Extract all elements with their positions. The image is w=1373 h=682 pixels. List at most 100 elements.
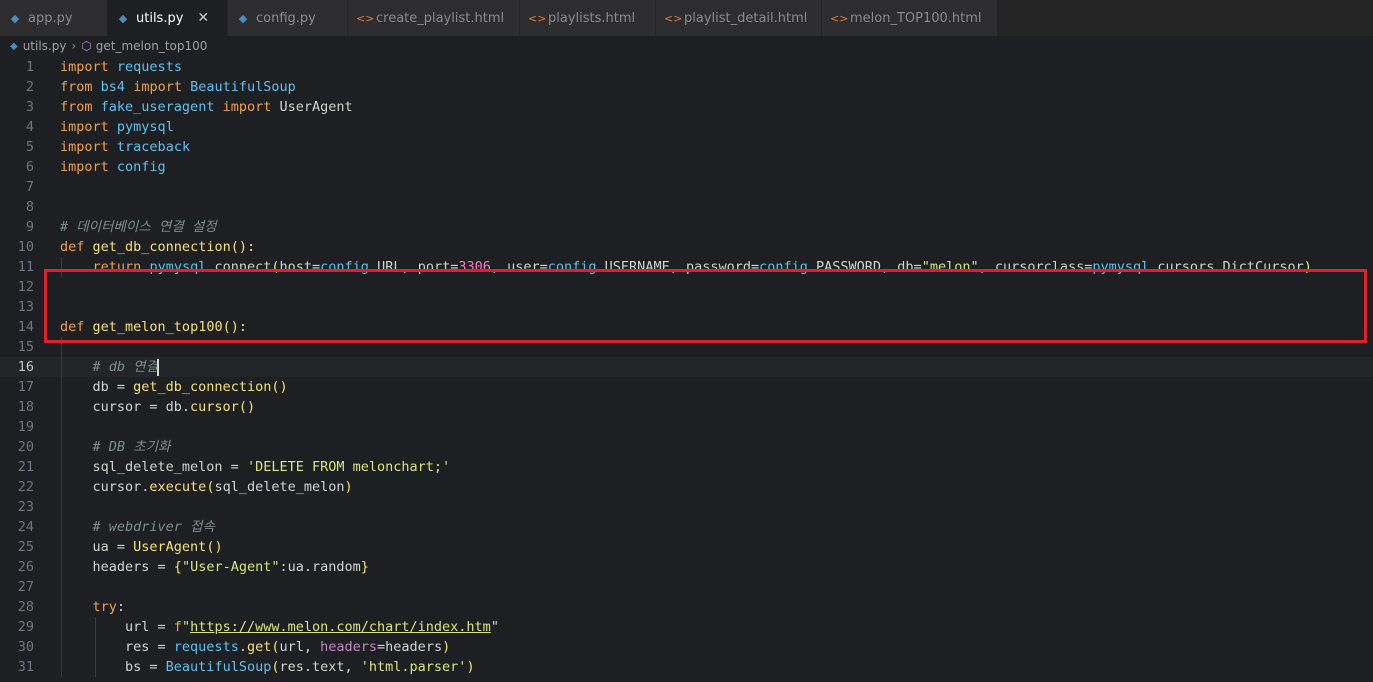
indent-guide xyxy=(61,337,62,677)
code-text: cursor = db.cursor() xyxy=(60,397,256,417)
line-number: 11 xyxy=(17,259,34,275)
code-line[interactable]: 13 xyxy=(0,297,1373,317)
code-line[interactable]: 8 xyxy=(0,197,1373,217)
code-line[interactable]: 27 xyxy=(0,577,1373,597)
code-token: ua = xyxy=(60,539,134,555)
code-line[interactable]: 21 sql_delete_melon = 'DELETE FROM melon… xyxy=(0,457,1373,477)
code-line[interactable]: 3 from fake_useragent import UserAgent xyxy=(0,97,1373,117)
indent-guide xyxy=(95,617,96,677)
line-number: 28 xyxy=(17,599,34,615)
code-line[interactable]: 19 xyxy=(0,417,1373,437)
code-text: url = f"https://www.melon.com/chart/inde… xyxy=(60,617,499,637)
code-line[interactable]: 29 url = f"https://www.melon.com/chart/i… xyxy=(0,617,1373,637)
code-token: " xyxy=(181,619,191,635)
code-token: # DB 초기화 xyxy=(92,439,171,455)
line-number: 13 xyxy=(17,299,34,315)
code-token: config xyxy=(547,259,597,275)
breadcrumb-symbol[interactable]: get_melon_top100 xyxy=(96,39,208,53)
code-line[interactable]: 22 cursor.execute(sql_delete_melon) xyxy=(0,477,1373,497)
code-line[interactable]: 23 xyxy=(0,497,1373,517)
code-line[interactable]: 1 import requests xyxy=(0,57,1373,77)
code-line[interactable]: 10 def get_db_connection(): xyxy=(0,237,1373,257)
code-token: requests xyxy=(116,59,182,75)
code-token: import xyxy=(133,79,182,95)
line-number: 20 xyxy=(17,439,34,455)
breadcrumb-file[interactable]: utils.py xyxy=(23,39,67,53)
code-line[interactable]: 4 import pymysql xyxy=(0,117,1373,137)
code-line[interactable]: 6 import config xyxy=(0,157,1373,177)
code-token: BeautifulSoup xyxy=(165,659,272,675)
line-number: 1 xyxy=(25,59,34,75)
code-line[interactable]: 12 xyxy=(0,277,1373,297)
tab-label: playlist_detail.html xyxy=(684,10,808,26)
code-line[interactable]: 30 res = requests.get(url, headers=heade… xyxy=(0,637,1373,657)
code-token: https://www.melon.com/chart/index.htm xyxy=(190,619,491,635)
tab-create-playlist-html[interactable]: <> create_playlist.html xyxy=(348,0,520,36)
code-text: try: xyxy=(60,597,126,617)
code-text: res = requests.get(url, headers=headers) xyxy=(60,637,450,657)
code-text: import pymysql xyxy=(60,117,174,137)
code-line[interactable]: 28 try: xyxy=(0,597,1373,617)
code-token: .connect xyxy=(206,259,272,275)
code-token: bs4 xyxy=(100,79,126,95)
function-symbol-icon: ⬡ xyxy=(81,39,92,53)
code-line[interactable]: 14 def get_melon_top100(): xyxy=(0,317,1373,337)
line-number: 3 xyxy=(25,99,34,115)
tab-config-py[interactable]: ◆ config.py xyxy=(228,0,348,36)
tab-app-py[interactable]: ◆ app.py xyxy=(0,0,108,36)
code-token: get_db_connection xyxy=(92,239,231,255)
code-token: res.text, xyxy=(279,659,361,675)
line-number: 25 xyxy=(17,539,34,555)
code-line[interactable]: 26 headers = {"User-Agent":ua.random} xyxy=(0,557,1373,577)
python-file-icon: ◆ xyxy=(238,11,248,25)
code-line[interactable]: 7 xyxy=(0,177,1373,197)
chevron-right-icon: › xyxy=(71,39,77,53)
line-number: 14 xyxy=(17,319,34,335)
code-token: url, xyxy=(279,639,321,655)
code-line[interactable]: 17 db = get_db_connection() xyxy=(0,377,1373,397)
code-token: cursor xyxy=(190,399,239,415)
code-text: # 데이터베이스 연결 설정 xyxy=(60,217,217,237)
tab-melon-top100-html[interactable]: <> melon_TOP100.html xyxy=(822,0,998,36)
code-line[interactable]: 31 bs = BeautifulSoup(res.text, 'html.pa… xyxy=(0,657,1373,677)
line-number: 26 xyxy=(17,559,34,575)
code-line[interactable]: 5 import traceback xyxy=(0,137,1373,157)
code-line[interactable]: 24 # webdriver 접속 xyxy=(0,517,1373,537)
close-icon[interactable]: ✕ xyxy=(197,10,209,26)
code-token: fake_useragent xyxy=(100,99,215,115)
line-number: 5 xyxy=(25,139,34,155)
tab-utils-py[interactable]: ◆ utils.py ✕ xyxy=(108,0,228,36)
code-line[interactable]: 20 # DB 초기화 xyxy=(0,437,1373,457)
code-token: requests xyxy=(173,639,239,655)
code-line[interactable]: 15 xyxy=(0,337,1373,357)
code-text: sql_delete_melon = 'DELETE FROM meloncha… xyxy=(60,457,451,477)
code-token: host= xyxy=(279,259,321,275)
code-line[interactable]: 2 from bs4 import BeautifulSoup xyxy=(0,77,1373,97)
code-token: sql_delete_melon xyxy=(214,479,345,495)
code-editor[interactable]: 1 import requests 2 from bs4 import Beautif… xyxy=(0,57,1373,682)
code-text: headers = {"User-Agent":ua.random} xyxy=(60,557,369,577)
code-line[interactable]: 25 ua = UserAgent() xyxy=(0,537,1373,557)
html-file-icon: <> xyxy=(830,11,849,25)
code-line[interactable]: 9 # 데이터베이스 연결 설정 xyxy=(0,217,1373,237)
code-token: UserAgent xyxy=(271,99,353,115)
code-line[interactable]: 16 # db 연결 xyxy=(0,357,1373,377)
code-line[interactable]: 11 return pymysql.connect(host=config.UR… xyxy=(0,257,1373,277)
tab-playlist-detail-html[interactable]: <> playlist_detail.html xyxy=(656,0,822,36)
code-token: headers xyxy=(320,639,378,655)
code-line[interactable]: 18 cursor = db.cursor() xyxy=(0,397,1373,417)
tab-playlists-html[interactable]: <> playlists.html xyxy=(520,0,656,36)
python-file-icon: ◆ xyxy=(10,40,18,52)
line-number: 30 xyxy=(17,639,34,655)
line-number: 16 xyxy=(17,359,34,375)
code-token: ( xyxy=(271,259,280,275)
code-token: config xyxy=(759,259,808,275)
